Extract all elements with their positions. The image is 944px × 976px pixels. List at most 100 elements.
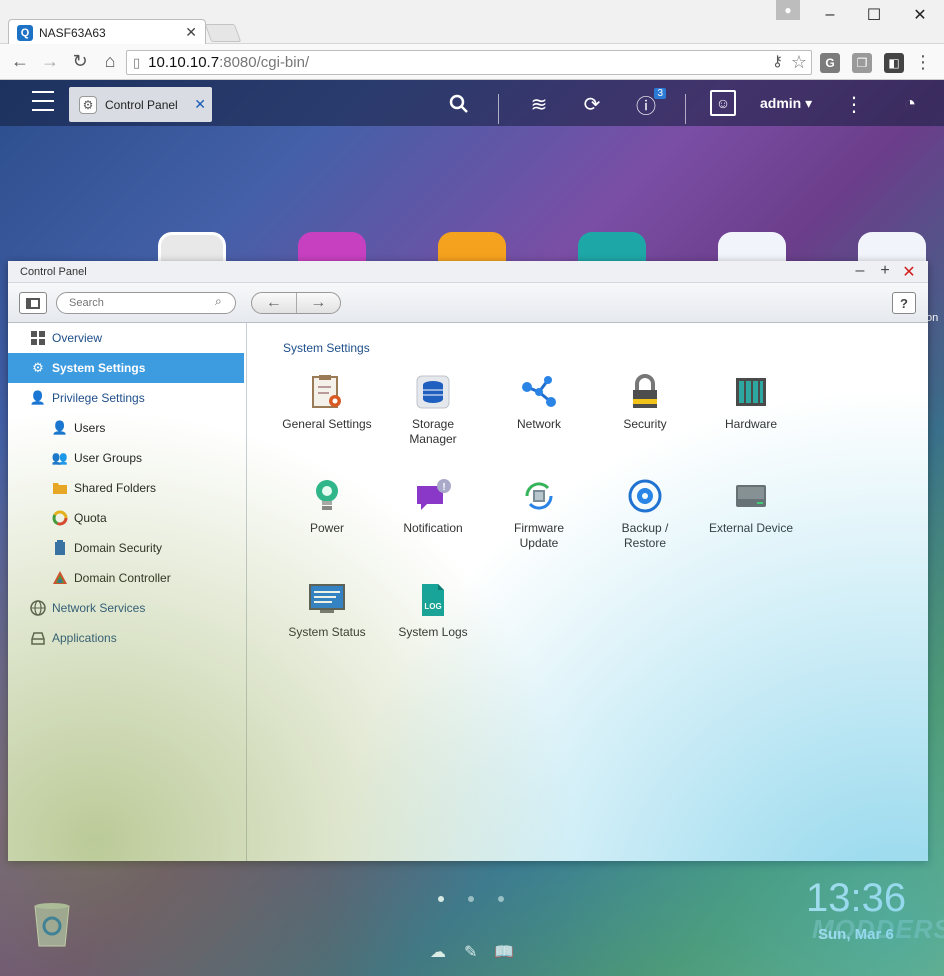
- dashboard-gauge-icon[interactable]: ◔: [896, 92, 924, 116]
- minimize-icon[interactable]: –: [850, 262, 870, 280]
- background-tasks-icon[interactable]: ≋: [525, 92, 553, 116]
- minimize-window-button[interactable]: –: [810, 4, 850, 26]
- search-input[interactable]: [56, 292, 236, 314]
- sidebar-item-overview[interactable]: Overview: [8, 323, 246, 353]
- url-path: :8080/cgi-bin/: [219, 54, 310, 71]
- search-icon[interactable]: [445, 92, 473, 116]
- sidebar-item-users[interactable]: 👤 Users: [8, 413, 246, 443]
- close-task-icon[interactable]: ✕: [194, 96, 206, 113]
- close-window-button[interactable]: ✕: [900, 4, 940, 26]
- security-item[interactable]: Security: [592, 373, 698, 432]
- cloud-icon[interactable]: ☁: [430, 942, 446, 962]
- storage-manager-item[interactable]: Storage Manager: [380, 373, 486, 447]
- browser-menu-icon[interactable]: ⋮: [914, 52, 932, 73]
- back-arrow-icon[interactable]: ←: [252, 293, 297, 313]
- browser-profile-icon[interactable]: ●: [776, 0, 800, 20]
- svg-text:!: !: [442, 482, 445, 493]
- reload-icon[interactable]: ↻: [66, 48, 94, 76]
- toolbar-divider: [685, 94, 686, 124]
- item-label: Power: [309, 521, 344, 535]
- hardware-icon: [732, 373, 770, 411]
- sidebar-item-domain-controller[interactable]: Domain Controller: [8, 563, 246, 593]
- item-label: Notification: [403, 521, 463, 535]
- address-bar[interactable]: ▯ 10.10.10.7:8080/cgi-bin/ ⚷ ☆: [126, 50, 812, 75]
- page-info-icon[interactable]: ▯: [133, 55, 140, 71]
- home-icon[interactable]: ⌂: [96, 48, 124, 76]
- item-label: General Settings: [282, 417, 372, 431]
- window-titlebar[interactable]: Control Panel – + ✕: [8, 261, 928, 283]
- notification-icon: !: [414, 477, 452, 515]
- forward-arrow-icon[interactable]: →: [297, 293, 341, 313]
- system-status-icon: [308, 581, 346, 619]
- sidebar-item-system-settings[interactable]: ⚙ System Settings: [8, 353, 244, 383]
- control-panel-window: Control Panel – + ✕ ⌕ ← → ? Overview ⚙: [8, 261, 928, 861]
- item-label: Security: [623, 417, 667, 431]
- page-dot[interactable]: [468, 896, 474, 902]
- page-dot[interactable]: [438, 896, 444, 902]
- toggle-sidebar-button[interactable]: [19, 292, 47, 314]
- qts-desktop: ⚙ Control Panel ✕ ≋ ⟳ ⓘ 3 ☺ admin ▾ ⋮ ◔ o…: [0, 80, 944, 976]
- new-tab-button[interactable]: [204, 24, 242, 42]
- domain-security-icon: [52, 540, 68, 556]
- power-item[interactable]: Power: [274, 477, 380, 536]
- browser-tab[interactable]: Q NASF63A63 ✕: [8, 19, 206, 45]
- notification-badge: 3: [654, 88, 666, 99]
- clock-date: Sun, Mar 6: [818, 926, 894, 943]
- sidebar-item-user-groups[interactable]: 👥 User Groups: [8, 443, 246, 473]
- close-icon[interactable]: ✕: [899, 262, 919, 282]
- extension-g-icon[interactable]: G: [820, 53, 840, 73]
- browser-toolbar: ← → ↻ ⌂ ▯ 10.10.10.7:8080/cgi-bin/ ⚷ ☆ G…: [0, 44, 944, 80]
- general-settings-item[interactable]: General Settings: [274, 373, 380, 432]
- sidebar-item-shared-folders[interactable]: Shared Folders: [8, 473, 246, 503]
- toolbar-divider: [498, 94, 499, 124]
- more-options-icon[interactable]: ⋮: [840, 92, 868, 116]
- maximize-window-button[interactable]: ☐: [854, 4, 894, 26]
- gear-icon: ⚙: [32, 360, 44, 375]
- notification-item[interactable]: ! Notification: [380, 477, 486, 536]
- network-item[interactable]: Network: [486, 373, 592, 432]
- item-label: Firmware: [514, 521, 564, 535]
- bookmark-star-icon[interactable]: ☆: [791, 52, 807, 73]
- sidebar-item-label: Quota: [74, 511, 107, 525]
- book-icon[interactable]: 📖: [494, 942, 514, 962]
- back-icon[interactable]: ←: [6, 48, 34, 76]
- tools-icon[interactable]: ✎: [464, 942, 477, 962]
- page-dot[interactable]: [498, 896, 504, 902]
- maximize-icon[interactable]: +: [875, 262, 895, 280]
- settings-panel: System Settings General Settings Storage…: [248, 323, 912, 681]
- forward-icon[interactable]: →: [36, 48, 64, 76]
- system-status-item[interactable]: System Status: [274, 581, 380, 640]
- main-menu-icon[interactable]: [32, 91, 54, 111]
- system-logs-item[interactable]: LOG System Logs: [380, 581, 486, 640]
- sidebar-item-applications[interactable]: Applications: [8, 623, 246, 653]
- url-host: 10.10.10.7: [148, 54, 220, 71]
- sidebar-item-network-services[interactable]: Network Services: [8, 593, 246, 623]
- recycle-bin-icon[interactable]: [29, 900, 75, 948]
- backup-restore-item[interactable]: Backup / Restore: [592, 477, 698, 551]
- help-button[interactable]: ?: [892, 292, 916, 314]
- sidebar-item-quota[interactable]: Quota: [8, 503, 246, 533]
- extension-shield-icon[interactable]: ◧: [884, 53, 904, 73]
- sidebar-item-privilege-settings[interactable]: 👤 Privilege Settings: [8, 383, 246, 413]
- user-icon: 👤: [29, 390, 47, 405]
- external-drive-icon: [732, 477, 770, 515]
- firmware-update-item[interactable]: Firmware Update: [486, 477, 592, 551]
- user-group-icon: 👥: [51, 450, 69, 465]
- close-tab-icon[interactable]: ✕: [185, 24, 197, 41]
- extension-copy-icon[interactable]: ❐: [852, 53, 872, 73]
- sidebar-item-label: Network Services: [52, 601, 146, 615]
- sidebar-item-domain-security[interactable]: Domain Security: [8, 533, 246, 563]
- external-device-icon[interactable]: ⟳: [578, 92, 606, 116]
- power-bulb-icon: [308, 477, 346, 515]
- history-nav: ← →: [251, 292, 341, 314]
- user-name: admin: [760, 95, 802, 111]
- sidebar-item-label: Shared Folders: [74, 481, 157, 495]
- key-icon[interactable]: ⚷: [772, 52, 783, 70]
- user-avatar-icon[interactable]: ☺: [710, 90, 736, 116]
- user-menu[interactable]: admin ▾: [760, 95, 812, 112]
- external-device-item[interactable]: External Device: [698, 477, 804, 536]
- hardware-item[interactable]: Hardware: [698, 373, 804, 432]
- event-notifications-icon[interactable]: ⓘ 3: [632, 88, 666, 118]
- control-panel-task-tab[interactable]: ⚙ Control Panel ✕: [69, 87, 212, 122]
- folder-icon: [52, 480, 68, 496]
